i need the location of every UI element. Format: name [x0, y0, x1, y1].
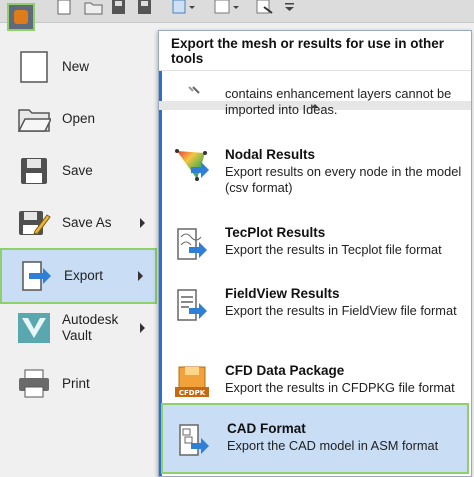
menu-item-save-as[interactable]: Save As [0, 195, 157, 251]
menu-item-export[interactable]: Export [0, 248, 157, 304]
item-title: CAD Format [227, 421, 306, 436]
settings-icon[interactable] [256, 0, 276, 16]
app-menu-icon [14, 10, 28, 24]
layout-icon[interactable] [214, 0, 240, 16]
item-description: Export the CAD model in ASM format [227, 438, 439, 453]
new-file-icon[interactable] [55, 0, 73, 16]
save-icon [16, 153, 52, 189]
view-icon[interactable] [172, 0, 196, 16]
file-menu: New Open Save Save As Export Autodesk Va… [0, 34, 160, 477]
save-as-icon [16, 205, 52, 241]
menu-item-new[interactable]: New [0, 39, 157, 95]
partial-item-icon [175, 82, 211, 118]
fieldview-icon [175, 288, 211, 324]
item-title: Nodal Results [225, 147, 316, 162]
app-menu-button[interactable] [7, 3, 35, 31]
open-folder-icon [16, 101, 52, 137]
customize-icon[interactable] [284, 0, 296, 16]
item-title: FieldView Results [225, 286, 340, 301]
menu-item-open[interactable]: Open [0, 91, 157, 147]
save-icon[interactable] [111, 0, 127, 16]
menu-item-label: Export [64, 268, 104, 283]
export-icon [18, 258, 54, 294]
tecplot-icon [175, 227, 211, 263]
menu-item-label: Save [62, 163, 93, 178]
menu-item-save[interactable]: Save [0, 143, 157, 199]
submenu-arrow-icon [140, 218, 145, 228]
menu-item-label: Autodesk Vault [62, 312, 119, 343]
nodal-results-icon [175, 149, 211, 185]
quick-access-toolbar [0, 0, 474, 31]
submenu-arrow-icon [138, 271, 143, 281]
list-item-tecplot-results[interactable]: TecPlot Results Export the results in Te… [171, 225, 467, 273]
item-description: Export results on every node in the mode… [225, 164, 462, 195]
list-item-fieldview-results[interactable]: FieldView Results Export the results in … [171, 286, 467, 342]
item-description: Export the results in Tecplot file forma… [225, 242, 442, 257]
item-description: contains enhancement layers cannot be im… [225, 86, 452, 117]
menu-item-label: New [62, 59, 90, 74]
item-description: Export the results in FieldView file for… [225, 303, 457, 318]
new-file-icon [16, 49, 52, 85]
open-folder-icon[interactable] [84, 0, 104, 16]
panel-title: Export the mesh or results for use in ot… [159, 31, 471, 71]
item-title: TecPlot Results [225, 225, 326, 240]
cad-format-content: CAD Format Export the CAD model in ASM f… [173, 421, 469, 461]
cfdpkg-icon: CFDPK [175, 365, 211, 401]
export-flyout-panel: Export the mesh or results for use in ot… [158, 30, 472, 477]
save-as-icon[interactable] [137, 0, 153, 16]
submenu-arrow-icon [140, 323, 145, 333]
printer-icon [16, 366, 52, 402]
svg-text:CFDPK: CFDPK [179, 389, 206, 397]
cad-format-icon [177, 423, 213, 459]
menu-item-label: Print [62, 376, 90, 391]
menu-item-print[interactable]: Print [0, 356, 157, 412]
list-item-nodal-results[interactable]: Nodal Results Export results on every no… [171, 147, 467, 203]
vault-icon [16, 310, 52, 346]
item-title: CFD Data Package [225, 363, 345, 378]
menu-item-label: Save As [62, 215, 112, 230]
list-item-cad-format[interactable]: CAD Format Export the CAD model in ASM f… [161, 403, 469, 474]
menu-item-autodesk-vault[interactable]: Autodesk Vault [0, 300, 157, 356]
list-item-cfd-data-package[interactable]: CFDPK CFD Data Package Export the result… [171, 363, 467, 403]
menu-item-label: Open [62, 111, 96, 126]
item-description: Export the results in CFDPKG file format [225, 380, 455, 395]
list-item-partial[interactable]: contains enhancement layers cannot be im… [171, 86, 467, 120]
